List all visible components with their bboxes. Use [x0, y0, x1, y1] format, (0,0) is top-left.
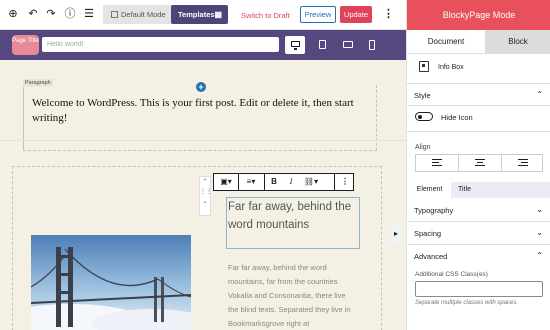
redo-icon[interactable]: ↷: [44, 7, 58, 21]
toolbar-separator: [334, 174, 335, 190]
toolbar-separator: [264, 174, 265, 190]
desktop-icon: [291, 41, 300, 50]
undo-icon[interactable]: ↶: [26, 7, 40, 21]
list-view-icon[interactable]: ☰: [82, 7, 96, 21]
advanced-panel-title: Advanced: [414, 252, 448, 261]
chevron-up-icon: ⌃: [536, 90, 543, 99]
default-mode-button[interactable]: Default Mode: [105, 7, 171, 22]
link-dropdown-button[interactable]: ⛓▾: [300, 174, 322, 190]
align-dropdown-button[interactable]: ≡▾: [240, 174, 262, 190]
hide-icon-toggle[interactable]: [415, 112, 433, 121]
editor-canvas: Paragraph + Welcome to WordPress. This i…: [0, 60, 406, 330]
paragraph-block-tag: Paragraph: [23, 79, 53, 87]
block-card: Info Box: [407, 54, 550, 84]
subtab-element[interactable]: Element: [408, 182, 451, 198]
editor-top-toolbar: ⊕ ↶ ↷ ⓘ ☰ Default Mode Templates ▦ Switc…: [0, 0, 406, 30]
block-name: Info Box: [438, 64, 464, 71]
templates-button[interactable]: Templates ▦: [171, 5, 228, 24]
mobile-icon: [369, 40, 375, 50]
typography-panel-header[interactable]: Typography ⌄: [407, 199, 550, 222]
preview-button[interactable]: Preview: [300, 6, 336, 23]
tablet-landscape-preview-button[interactable]: [338, 36, 358, 54]
section-divider: [407, 131, 550, 132]
hide-icon-label: Hide Icon: [441, 113, 473, 122]
templates-label: Templates: [178, 10, 215, 19]
tablet-landscape-icon: [343, 41, 353, 48]
update-button[interactable]: Update: [340, 6, 372, 23]
page-title-bar: Page Title: [0, 30, 406, 60]
golden-gate-photo: [31, 235, 191, 330]
block-mover[interactable]: ⌃ ⋮⋮ ⌄: [199, 176, 212, 216]
tab-block[interactable]: Block: [485, 30, 550, 54]
mode-switcher: Default Mode Templates ▦: [103, 5, 228, 24]
style-panel-title: Style: [414, 91, 431, 100]
sidebar-collapse-button[interactable]: ▸: [390, 224, 402, 244]
align-label: Align: [415, 144, 431, 151]
subtab-title[interactable]: Title: [458, 182, 471, 198]
advanced-panel-header[interactable]: Advanced ⌃: [407, 245, 550, 267]
info-box-description[interactable]: Far far away, behind the word mountains,…: [228, 261, 358, 330]
css-class-label: Additional CSS Class(es): [415, 271, 488, 278]
add-block-icon[interactable]: +: [196, 82, 206, 92]
info-icon[interactable]: ⓘ: [63, 7, 77, 21]
block-toolbar: ▣▾ ≡▾ B I ⛓▾ ⋮: [213, 173, 354, 191]
switch-to-draft-button[interactable]: Switch to Draft: [241, 11, 290, 20]
style-subtabs: Element Title: [408, 182, 550, 198]
tablet-icon: [319, 40, 326, 49]
chevron-down-icon: ⌄: [536, 205, 543, 214]
block-divider: [0, 140, 406, 141]
info-box-heading[interactable]: Far far away, behind the word mountains: [228, 199, 360, 234]
bold-button[interactable]: B: [267, 174, 281, 190]
kebab-menu-icon[interactable]: ⋮: [383, 7, 394, 21]
move-up-icon[interactable]: ⌃: [200, 177, 210, 187]
mobile-preview-button[interactable]: [362, 36, 382, 54]
chevron-down-icon: ⌄: [536, 228, 543, 237]
sidebar-header: BlockyPage Mode: [407, 0, 550, 30]
spacing-panel-header[interactable]: Spacing ⌄: [407, 222, 550, 245]
spacing-panel-title: Spacing: [414, 229, 442, 238]
info-box-icon: [419, 61, 429, 72]
tab-document[interactable]: Document: [407, 30, 485, 54]
plus-circle-icon[interactable]: ⊕: [6, 7, 20, 21]
align-left-button[interactable]: [416, 155, 458, 171]
page-title-pill: Page Title: [12, 35, 39, 55]
page-title-input[interactable]: [42, 37, 279, 52]
sidebar-tabs: Document Block: [407, 30, 550, 54]
align-right-button[interactable]: [502, 155, 544, 171]
chevron-up-icon: ⌃: [536, 251, 543, 260]
grid-icon: ▦: [214, 10, 222, 19]
css-class-input[interactable]: [415, 281, 543, 297]
tablet-preview-button[interactable]: [313, 36, 333, 54]
style-panel-header[interactable]: Style ⌃: [407, 84, 550, 106]
default-mode-icon: [111, 11, 118, 18]
align-button-group: [415, 154, 543, 172]
settings-sidebar: BlockyPage Mode Document Block Info Box …: [406, 0, 550, 330]
paragraph-text[interactable]: Welcome to WordPress. This is your first…: [32, 96, 362, 126]
default-mode-label: Default Mode: [121, 10, 166, 19]
css-class-help: Separate multiple classes with spaces.: [415, 300, 519, 306]
block-type-button[interactable]: ▣▾: [216, 174, 236, 190]
info-box-image[interactable]: [31, 235, 191, 330]
more-options-icon[interactable]: ⋮: [338, 174, 352, 190]
toolbar-separator: [238, 174, 239, 190]
typography-panel-title: Typography: [414, 206, 454, 215]
desktop-preview-button[interactable]: [285, 36, 305, 54]
align-center-button[interactable]: [459, 155, 501, 171]
italic-button[interactable]: I: [284, 174, 298, 190]
move-down-icon[interactable]: ⌄: [200, 197, 210, 207]
drag-handle-icon[interactable]: ⋮⋮: [200, 187, 212, 197]
